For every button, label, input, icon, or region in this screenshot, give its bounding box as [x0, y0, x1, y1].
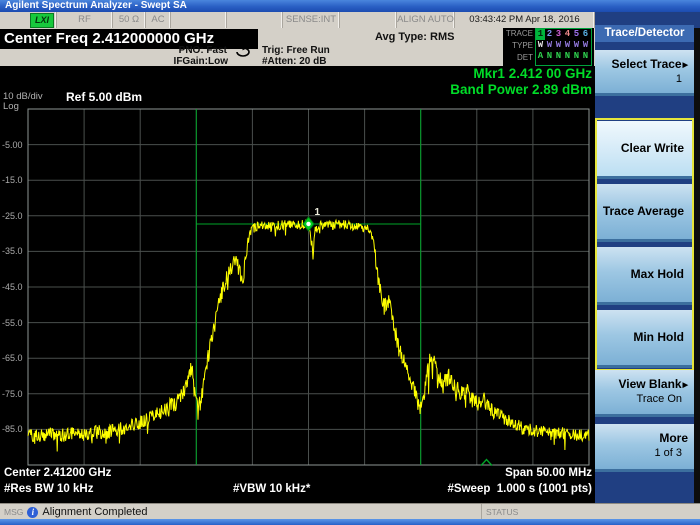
spectrum-display: Mkr1 2.412 00 GHz Band Power 2.89 dBm 10…	[0, 66, 595, 503]
more-button[interactable]: More 1 of 3	[595, 424, 694, 472]
impedance-indicator: 50 Ω	[113, 12, 146, 28]
marker-1-center-dot	[306, 222, 310, 226]
det-row-label: DET	[503, 52, 533, 64]
softkey-menu-title: Trace/Detector	[595, 25, 694, 42]
rf-indicator: RF	[57, 12, 113, 28]
select-trace-label: Select Trace	[612, 57, 682, 71]
pno-loop-icon	[233, 46, 253, 57]
trace-table-cell: 5	[572, 29, 581, 40]
bottom-accent-strip	[0, 519, 700, 525]
trace-mode-group: Clear Write Trace Average Max Hold Min H…	[595, 118, 694, 371]
spectrum-plot: 1	[0, 66, 595, 503]
trace-table-cell: N	[572, 51, 581, 62]
trace-table-grid: 123456 WWWWWW ANNNNN	[535, 28, 592, 66]
view-blank-button[interactable]: View Blank▶ Trace On	[595, 370, 694, 417]
status-spacer-3	[340, 12, 397, 28]
trace-table-cell: W	[554, 40, 563, 51]
trace-table-cell: W	[581, 40, 590, 51]
message-bar: MSG i Alignment Completed STATUS	[0, 503, 700, 520]
select-trace-button[interactable]: Select Trace▶ 1	[595, 50, 694, 96]
coupling-indicator: AC	[146, 12, 171, 28]
trace-table-cell: N	[545, 51, 554, 62]
instrument-status-row: LXI RF 50 Ω AC SENSE:INT ALIGN AUTO 03:4…	[0, 12, 595, 28]
measurement-header: Center Freq 2.412000000 GHz PNO: Fast IF…	[0, 28, 595, 66]
marker-1-label: 1	[315, 207, 321, 218]
status-spacer-2	[227, 12, 283, 28]
softkey-menu-edge	[694, 28, 700, 503]
trace-numbers-row: 123456	[536, 29, 591, 40]
span-annotation: Span 50.00 MHz	[505, 467, 592, 479]
lxi-badge: LXI	[30, 13, 54, 28]
avg-type-indicator: Avg Type: RMS	[375, 31, 454, 43]
view-blank-label: View Blank	[618, 377, 681, 391]
rbw-annotation: #Res BW 10 kHz	[4, 483, 93, 495]
msg-label: MSG	[0, 507, 27, 517]
info-icon: i	[27, 507, 38, 518]
message-text: Alignment Completed	[38, 506, 147, 518]
vbw-annotation: #VBW 10 kHz*	[233, 483, 310, 495]
trace-table-cell: W	[563, 40, 572, 51]
max-hold-button[interactable]: Max Hold	[597, 247, 692, 305]
align-indicator: ALIGN AUTO	[397, 12, 455, 28]
datetime-indicator: 03:43:42 PM Apr 18, 2016	[455, 12, 595, 28]
type-row-label: TYPE	[503, 40, 533, 52]
trace-table-labels: TRACE TYPE DET	[503, 28, 535, 66]
lxi-cell: LXI	[0, 12, 57, 28]
trace-table-cell: 1	[536, 29, 545, 40]
trace-average-button[interactable]: Trace Average	[597, 184, 692, 242]
trace-table-cell: A	[536, 51, 545, 62]
trace-types-row: WWWWWW	[536, 40, 591, 51]
submenu-arrow-icon: ▶	[682, 62, 688, 69]
center-freq-annotation: Center 2.41200 GHz	[4, 467, 111, 479]
submenu-arrow-icon: ▶	[682, 382, 688, 389]
more-page-value: 1 of 3	[595, 445, 694, 459]
trigger-indicator: Trig: Free Run	[262, 45, 330, 56]
select-trace-value: 1	[595, 71, 694, 85]
trace-row-label: TRACE	[503, 28, 533, 40]
view-blank-value: Trace On	[595, 391, 694, 405]
clear-write-button[interactable]: Clear Write	[597, 121, 692, 179]
min-hold-button[interactable]: Min Hold	[597, 310, 692, 368]
trace-table-cell: 4	[563, 29, 572, 40]
trace-dets-row: ANNNNN	[536, 51, 591, 62]
status-label: STATUS	[482, 507, 700, 517]
trace-table-cell: 3	[554, 29, 563, 40]
trace-table-cell: N	[581, 51, 590, 62]
trace-table-cell: W	[536, 40, 545, 51]
sweep-annotation: #Sweep 1.000 s (1001 pts)	[448, 483, 592, 495]
trace-table-cell: 2	[545, 29, 554, 40]
trace-table-cell: 6	[581, 29, 590, 40]
trace-table-cell: N	[563, 51, 572, 62]
trace-table-cell: W	[572, 40, 581, 51]
window-title-bar: Agilent Spectrum Analyzer - Swept SA	[0, 0, 700, 12]
trace-table-cell: W	[545, 40, 554, 51]
softkey-menu: Trace/Detector Select Trace▶ 1 Clear Wri…	[595, 12, 700, 503]
status-spacer-1	[171, 12, 227, 28]
pno-indicator: PNO: Fast	[179, 45, 227, 56]
trace-status-table: TRACE TYPE DET 123456 WWWWWW ANNNNN	[503, 28, 594, 66]
trace-table-cell: N	[554, 51, 563, 62]
sense-indicator: SENSE:INT	[283, 12, 340, 28]
window-title: Agilent Spectrum Analyzer - Swept SA	[5, 0, 187, 11]
